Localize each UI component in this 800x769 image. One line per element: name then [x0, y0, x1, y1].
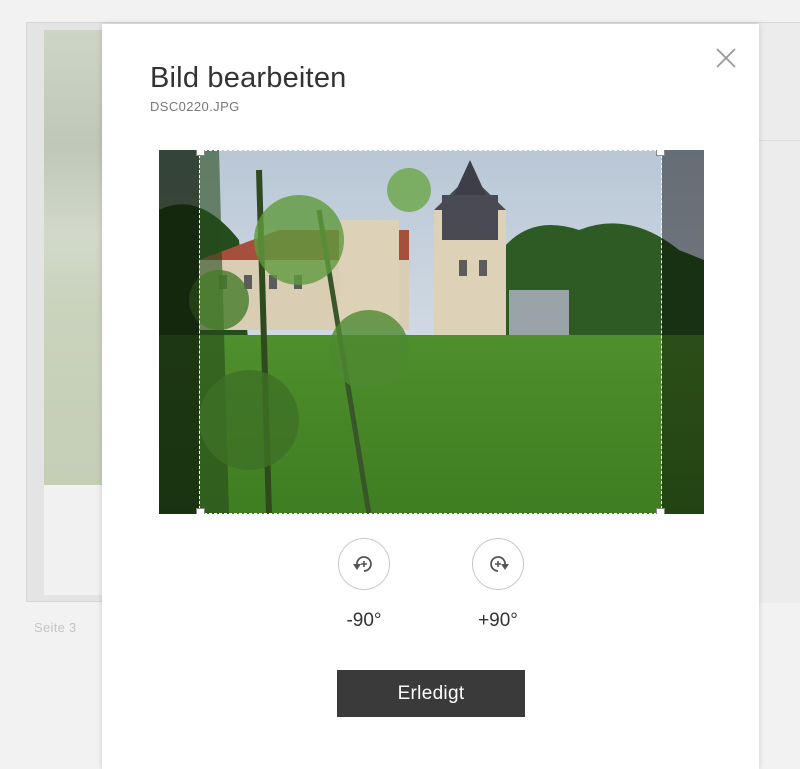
rotate-right-button[interactable]: [472, 538, 524, 590]
rotate-clockwise-icon: [490, 556, 509, 572]
rotate-left-label: -90°: [346, 610, 382, 631]
crop-handle-top-right[interactable]: [656, 150, 665, 156]
rotate-right-label: +90°: [478, 610, 518, 631]
crop-handle-bottom-right[interactable]: [656, 508, 665, 514]
done-button[interactable]: Erledigt: [337, 670, 525, 717]
close-button[interactable]: [714, 46, 738, 70]
close-icon: [716, 48, 736, 68]
crop-dim-right: [662, 150, 704, 514]
background-right-panel: [758, 22, 800, 603]
crop-frame[interactable]: [196, 150, 665, 514]
page-label: Seite 3: [34, 620, 77, 635]
rotate-counterclockwise-icon: [353, 556, 372, 572]
crop-handle-top-left[interactable]: [196, 150, 205, 156]
crop-dim-left: [159, 150, 199, 514]
dialog-title: Bild bearbeiten: [150, 62, 347, 94]
image-crop-area[interactable]: [159, 150, 704, 514]
rotate-left-button[interactable]: [338, 538, 390, 590]
crop-handle-bottom-left[interactable]: [196, 508, 205, 514]
background-divider: [758, 140, 800, 141]
file-name: DSC0220.JPG: [150, 99, 240, 114]
